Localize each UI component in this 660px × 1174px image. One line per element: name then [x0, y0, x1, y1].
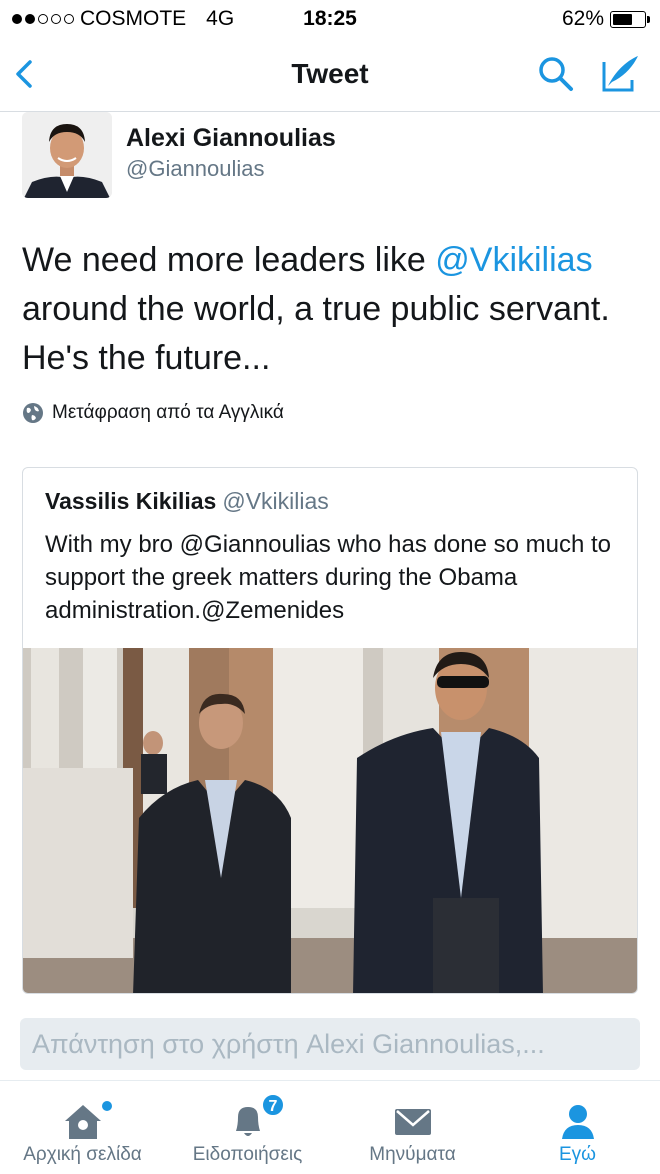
quote-header: Vassilis Kikilias @Vkikilias — [45, 488, 329, 515]
tab-me[interactable]: Εγώ — [495, 1081, 660, 1174]
nav-bar: Tweet — [0, 38, 660, 112]
tweet-mention-link[interactable]: @Vkikilias — [435, 241, 592, 279]
signal-strength-icon — [12, 14, 74, 24]
tab-notifications[interactable]: 7 Ειδοποιήσεις — [165, 1081, 330, 1174]
author-name[interactable]: Alexi Giannoulias — [126, 124, 336, 153]
search-button[interactable] — [536, 54, 576, 94]
status-left: COSMOTE 4G — [12, 7, 234, 31]
avatar[interactable] — [22, 112, 112, 198]
tab-notifications-label: Ειδοποιήσεις — [192, 1144, 303, 1165]
tab-messages-label: Μηνύματα — [369, 1144, 456, 1165]
battery-icon — [610, 10, 650, 28]
globe-icon — [23, 403, 43, 423]
quote-text: With my bro @Giannoulias who has done so… — [45, 531, 611, 624]
tweet-author[interactable]: Alexi Giannoulias @Giannoulias — [22, 112, 638, 202]
carrier-label: COSMOTE — [80, 7, 187, 30]
tab-home-label: Αρχική σελίδα — [23, 1144, 142, 1165]
person-icon — [561, 1105, 594, 1139]
notification-badge: 7 — [261, 1093, 285, 1117]
translate-link[interactable]: Μετάφραση από τα Αγγλικά — [22, 402, 284, 424]
status-bar: COSMOTE 4G 18:25 62% — [0, 0, 660, 38]
compose-icon — [602, 56, 638, 92]
quoted-tweet[interactable]: Vassilis Kikilias @Vkikilias With my bro … — [22, 467, 638, 994]
tweet-text: We need more leaders like @Vkikilias aro… — [22, 236, 638, 383]
tweet-text-start: We need more leaders like — [22, 241, 436, 279]
quote-author-name: Vassilis Kikilias — [45, 488, 217, 514]
tab-bar: Αρχική σελίδα 7 Ειδοποιήσεις Μηνύματα Εγ… — [0, 1080, 660, 1173]
battery-percent: 62% — [561, 7, 604, 30]
status-right: 62% — [561, 7, 650, 31]
avatar-image — [22, 112, 112, 198]
search-icon — [539, 57, 573, 91]
tab-me-label: Εγώ — [558, 1144, 596, 1165]
quote-author-handle: @Vkikilias — [222, 488, 329, 514]
chevron-left-icon — [16, 60, 32, 88]
translate-label[interactable]: Μετάφραση από τα Αγγλικά — [52, 402, 284, 424]
author-handle[interactable]: @Giannoulias — [126, 156, 265, 182]
home-icon — [64, 1105, 101, 1139]
reply-input[interactable]: Απάντηση στο χρήστη Alexi Giannoulias,..… — [20, 1018, 640, 1070]
battery-fill — [613, 13, 632, 25]
network-label: 4G — [206, 7, 235, 30]
tab-messages[interactable]: Μηνύματα — [330, 1081, 495, 1174]
tab-home[interactable]: Αρχική σελίδα — [0, 1081, 165, 1174]
compose-button[interactable] — [598, 52, 642, 96]
photo-image — [23, 648, 637, 993]
envelope-icon — [394, 1109, 431, 1135]
tweet-text-end: around the world, a true public servant.… — [22, 290, 610, 377]
reply-bar: Απάντηση στο χρήστη Alexi Giannoulias,..… — [0, 998, 660, 1080]
quote-photo[interactable] — [23, 648, 637, 993]
new-items-dot — [102, 1101, 112, 1111]
back-button[interactable] — [10, 54, 40, 94]
